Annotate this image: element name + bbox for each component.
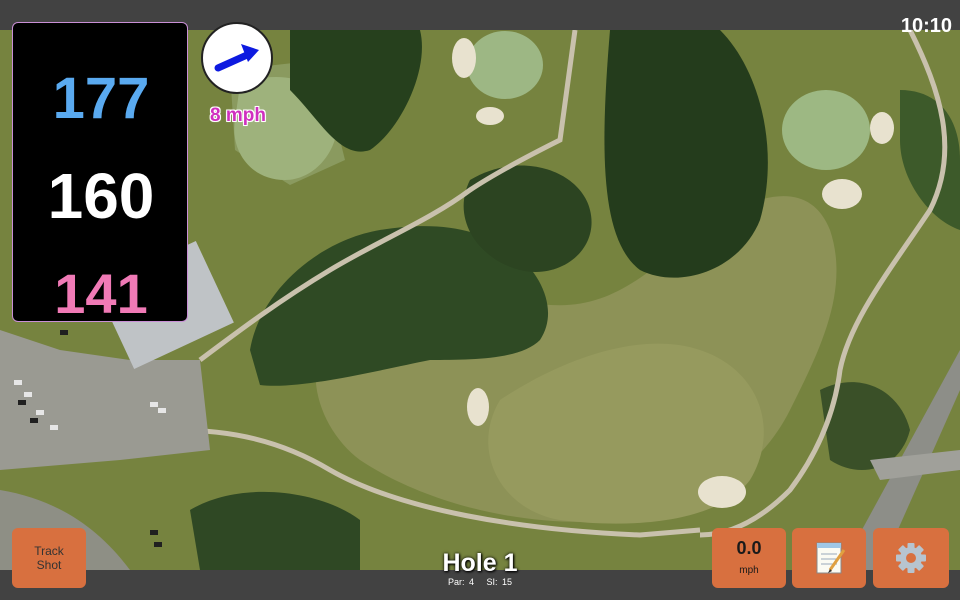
track-shot-label-line2: Shot (36, 558, 62, 572)
notepad-icon (816, 542, 846, 574)
wind-speed: 8 mph (210, 105, 266, 126)
clock: 10:10 (900, 15, 952, 37)
hole-par: Par: 4 (447, 577, 474, 587)
track-shot-button[interactable]: Track Shot (12, 528, 86, 588)
wind-indicator[interactable] (201, 22, 273, 94)
speed-button[interactable]: 0.0 mph (712, 528, 786, 588)
center-distance: 160 (47, 160, 155, 232)
settings-button[interactable] (873, 528, 949, 588)
track-shot-label-line1: Track (34, 544, 64, 558)
front-distance: 141 (54, 262, 148, 325)
gear-icon (896, 543, 926, 573)
wind-direction-arrow-icon (214, 44, 259, 72)
speed-unit: mph (739, 565, 759, 576)
hole-stroke-index: SI: 15 (486, 577, 513, 587)
hole-title: Hole 1 (442, 549, 518, 577)
speed-value: 0.0 (736, 538, 762, 558)
notes-button[interactable] (792, 528, 866, 588)
hole-info: Par: 4 SI: 15 (380, 577, 580, 587)
distance-panel: 177 160 141 (12, 22, 188, 325)
back-distance: 177 (52, 66, 150, 131)
